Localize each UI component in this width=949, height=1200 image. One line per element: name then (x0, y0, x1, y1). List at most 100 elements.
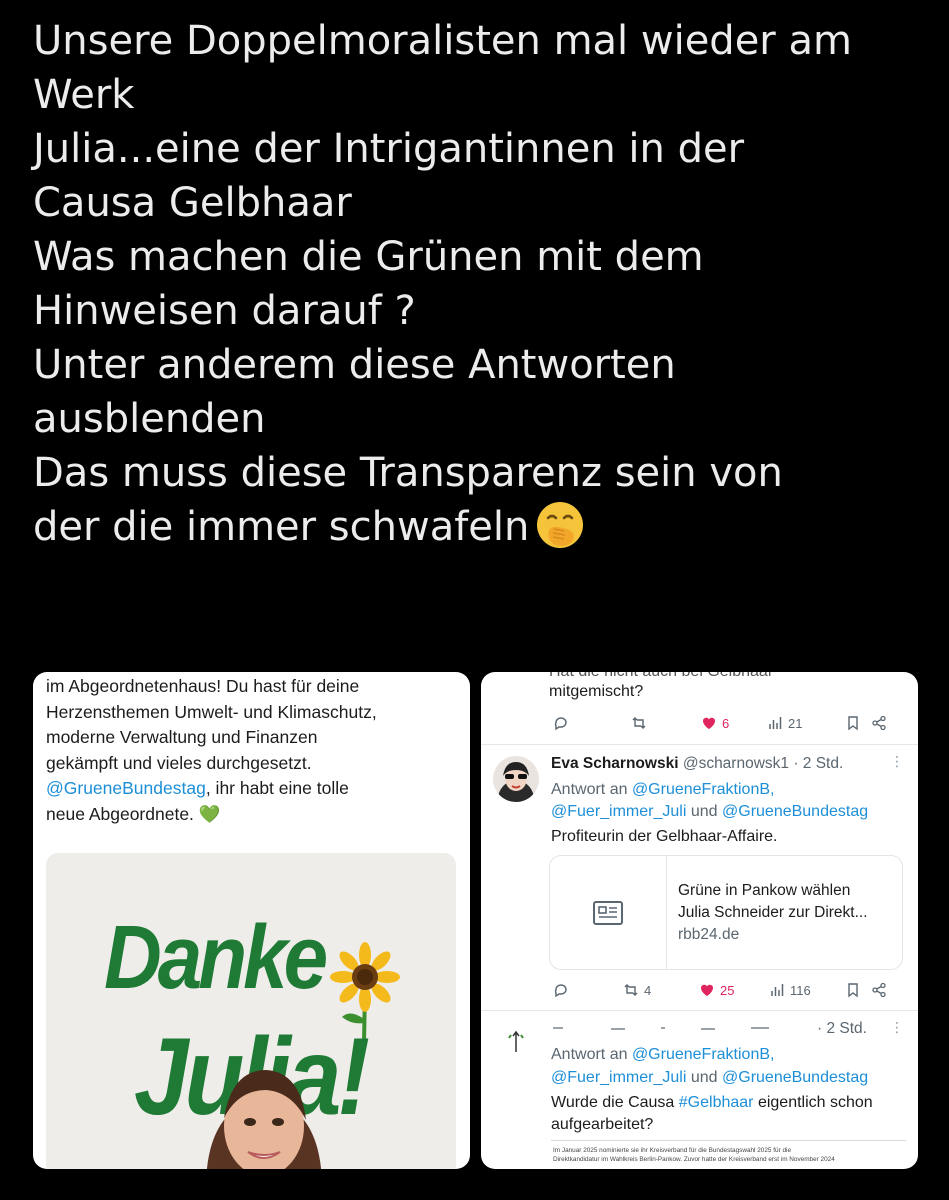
divider (481, 1010, 918, 1011)
bookmark-button[interactable] (845, 979, 861, 1001)
mention-link[interactable]: @Fuer_immer_Juli (551, 803, 686, 820)
snippet-divider (551, 1140, 906, 1141)
right-screenshot: Hat die nicht auch bei Gelbhaar mitgemis… (481, 672, 918, 1169)
tweet-line-text: , ihr habt eine tolle (205, 778, 349, 798)
reply-to-label: Antwort an (551, 781, 628, 798)
left-screenshot: im Abgeordnetenhaus! Du hast für deine H… (33, 672, 470, 1169)
views-count: 21 (788, 715, 803, 731)
tweet-line: Herzensthemen Umwelt- und Klimaschutz, (46, 701, 377, 722)
post-line: Das muss diese Transparenz sein von (33, 450, 783, 496)
blurred-author-name (551, 1020, 821, 1034)
avatar[interactable] (493, 756, 539, 802)
link-title-line: Grüne in Pankow wählen (678, 882, 851, 899)
views-count: 116 (790, 982, 811, 998)
share-icon (872, 982, 886, 998)
more-options-icon[interactable]: ⋮ (890, 754, 904, 770)
tweet-line: moderne Verwaltung und Finanzen (46, 727, 318, 747)
tweet-line: gekämpft und vieles durchgesetzt. (46, 752, 312, 773)
tweet-line: im Abgeordnetenhaus! Du hast für deine (46, 676, 360, 696)
reply-icon (554, 984, 567, 998)
tweet-line-text: neue Abgeordnete. (46, 803, 194, 824)
repost-button[interactable] (631, 712, 652, 734)
blurred-name-graphic (553, 1027, 769, 1030)
tweet-actions: 4 25 116 (549, 979, 899, 1001)
author-name[interactable]: Eva Scharnowski (551, 755, 679, 772)
heart-filled-icon (700, 984, 714, 996)
author-handle-time: @scharnowsk1 · 2 Std. (682, 755, 844, 772)
reply-text: Profiteurin der Gelbhaar-Affaire. (551, 828, 778, 845)
link-preview-card[interactable]: Grüne in Pankow wählen Julia Schneider z… (549, 855, 903, 970)
mention-link[interactable]: @GrueneFraktionB, (632, 1046, 775, 1063)
share-button[interactable] (871, 979, 887, 1001)
reply-to-label: Antwort an (551, 1046, 628, 1063)
share-icon (872, 715, 886, 731)
mention-link[interactable]: @GrueneFraktionB, (632, 781, 775, 798)
article-snippet: Im Januar 2025 nominierte sie ihr Kreisv… (553, 1146, 835, 1164)
reply-button[interactable] (553, 712, 574, 734)
more-options-icon[interactable]: ⋮ (890, 1020, 904, 1036)
tweet-text: mitgemischt? (549, 683, 644, 700)
tweet-line: neue Abgeordnete. 💚 (46, 802, 461, 828)
avatar[interactable] (499, 1024, 533, 1058)
mention-link[interactable]: @GrueneBundestag (722, 803, 868, 820)
post-line-last: der die immer schwafeln (33, 500, 933, 554)
post-text: Unsere Doppelmoralisten mal wieder am We… (33, 14, 933, 554)
post-line: Julia...eine der Intrigantinnen in der (33, 126, 745, 172)
mention-link[interactable]: @GrueneBundestag (46, 778, 206, 798)
reply-text-part: aufgearbeitet? (551, 1116, 654, 1133)
reply-button[interactable] (553, 979, 574, 1001)
reply-to-line: Antwort an @GrueneFraktionB, (551, 1043, 774, 1066)
tweet-actions: 6 21 (549, 712, 899, 734)
image-word-danke: Danke (104, 907, 328, 1008)
repost-icon (624, 984, 638, 996)
like-count: 25 (720, 982, 735, 998)
green-heart-icon: 💚 (198, 803, 221, 824)
post-line-text: der die immer schwafeln (33, 504, 530, 550)
bookmark-icon (848, 983, 858, 998)
repost-count: 4 (644, 982, 652, 998)
views-button[interactable]: 116 (769, 979, 811, 1001)
post-line: Unsere Doppelmoralisten mal wieder am (33, 18, 852, 64)
reply-to-and: und (690, 1069, 718, 1086)
link-title: Grüne in Pankow wählen Julia Schneider z… (678, 880, 868, 946)
views-icon (771, 984, 784, 996)
divider (481, 744, 918, 745)
link-title-line: Julia Schneider zur Direkt... (678, 904, 868, 921)
mention-link[interactable]: @GrueneBundestag (722, 1069, 868, 1086)
reply-to-and: und (690, 803, 718, 820)
avatar-image (508, 1030, 524, 1052)
like-button[interactable]: 6 (701, 712, 729, 734)
link-domain: rbb24.de (678, 926, 740, 943)
mention-link[interactable]: @Fuer_immer_Juli (551, 1069, 686, 1086)
reply-text-part: eigentlich schon (757, 1094, 873, 1111)
reply-to-line: Antwort an @GrueneFraktionB, (551, 778, 774, 801)
hashtag-link[interactable]: #Gelbhaar (679, 1094, 754, 1111)
bookmark-button[interactable] (845, 712, 861, 734)
post-line: Unter anderem diese Antworten (33, 342, 676, 388)
portrait-photo (207, 1070, 321, 1169)
post-line: Causa Gelbhaar (33, 180, 352, 226)
views-icon (769, 717, 782, 729)
tweet-text: im Abgeordnetenhaus! Du hast für deine H… (46, 674, 461, 827)
tweet-line: @GrueneBundestag, ihr habt eine tolle (46, 776, 461, 802)
reply-time: · 2 Std. (817, 1020, 867, 1037)
snippet-line: Im Januar 2025 nominierte sie ihr Kreisv… (553, 1147, 792, 1154)
post-line: Werk (33, 72, 135, 118)
reply-to-line: @Fuer_immer_Juli und @GrueneBundestag (551, 1066, 868, 1089)
bookmark-icon (848, 716, 858, 731)
reply-text: Wurde die Causa #Gelbhaar eigentlich sch… (551, 1091, 873, 1114)
like-button[interactable]: 25 (699, 979, 734, 1001)
post-line: Was machen die Grünen mit dem (33, 234, 704, 280)
reply-text-part: Wurde die Causa (551, 1094, 675, 1111)
repost-button[interactable]: 4 (623, 979, 651, 1001)
link-thumbnail (550, 856, 667, 969)
article-icon (593, 900, 623, 925)
heart-filled-icon (702, 717, 716, 729)
snippet-line: Direktkandidatur im Wahlkreis Berlin-Pan… (553, 1156, 835, 1163)
share-button[interactable] (871, 712, 887, 734)
views-button[interactable]: 21 (767, 712, 802, 734)
avatar-image (493, 756, 539, 802)
post-line: Hinweisen darauf ? (33, 288, 416, 334)
tweet-image[interactable]: Danke Julia! (46, 853, 456, 1169)
repost-icon (632, 717, 646, 729)
